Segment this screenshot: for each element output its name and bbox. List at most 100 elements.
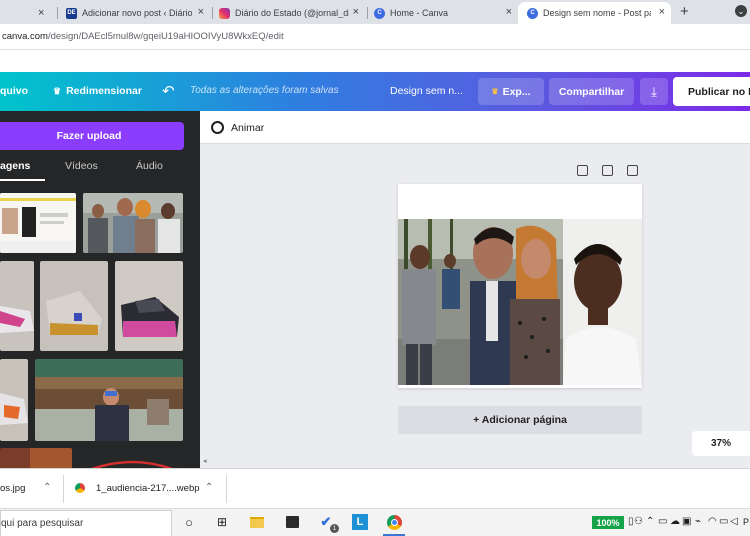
crown-icon: ♛ [53, 86, 62, 96]
editor-toolbar: Animar [200, 111, 750, 144]
thumbnail-art [80, 448, 184, 468]
uploaded-image-thumbnail[interactable] [0, 359, 28, 441]
profile-icon[interactable]: ⌄ [735, 5, 747, 17]
meet-icon[interactable]: ▭ [658, 516, 667, 527]
save-status: Todas as alterações foram salvas [190, 85, 339, 96]
tab-title: Design sem nome - Post para Facebook [543, 8, 651, 18]
uploaded-image-thumbnail[interactable] [40, 261, 108, 351]
separator [226, 475, 227, 503]
crown-icon: ♛ [491, 87, 499, 96]
duplicate-page-icon[interactable] [602, 165, 613, 176]
uploaded-image-thumbnail[interactable] [0, 448, 72, 468]
tab-videos[interactable]: Vídeos [65, 160, 98, 172]
page-notes-icon[interactable] [577, 165, 588, 176]
thumbnail-art [0, 261, 34, 351]
active-tab-indicator [0, 179, 45, 181]
uploaded-image-thumbnail[interactable] [0, 193, 76, 253]
uploaded-image-thumbnail[interactable] [83, 193, 183, 253]
address-bar[interactable]: canva.com/design/DAEcl5mul8w/gqeiU19aHIO… [0, 24, 750, 50]
design-photo[interactable] [398, 219, 642, 385]
close-icon[interactable]: × [353, 6, 359, 18]
tab-title: Adicionar novo post ‹ Diário do Estado [82, 8, 195, 18]
tab-title: Home - Canva [390, 8, 449, 18]
tab-canva-design[interactable]: C Design sem nome - Post para Facebook × [518, 2, 671, 24]
design-page[interactable] [398, 184, 642, 388]
share-button[interactable]: Compartilhar [549, 78, 634, 105]
tab-images[interactable]: agens [0, 160, 30, 172]
add-page-icon[interactable] [627, 165, 638, 176]
export-button[interactable]: ♛ Exp... [478, 78, 544, 105]
close-icon[interactable]: × [659, 6, 665, 18]
resize-button[interactable]: ♛ Redimensionar [53, 85, 142, 97]
download-shelf: os.jpg ⌃ 1_audiencia-217....webp ⌃ [0, 468, 750, 508]
uploads-panel: Fazer upload agens Vídeos Áudio [0, 111, 200, 468]
uploaded-image-thumbnail[interactable] [35, 359, 183, 441]
download-icon: ⤓ [651, 83, 657, 99]
separator [63, 475, 64, 503]
people-icon[interactable]: ⚇ [634, 516, 643, 527]
thumbnail-art [0, 193, 76, 253]
chevron-up-icon[interactable]: ⌃ [646, 516, 654, 527]
volume-icon[interactable]: ◁ [730, 516, 738, 527]
download-item-jpg[interactable]: os.jpg [0, 483, 25, 494]
close-icon[interactable]: × [198, 6, 204, 18]
download-item-webp[interactable]: 1_audiencia-217....webp [96, 483, 200, 494]
canva-favicon-icon: C [527, 7, 538, 19]
file-explorer-icon[interactable] [249, 514, 265, 530]
close-icon[interactable]: × [506, 6, 512, 18]
add-page-button[interactable]: + Adicionar página [398, 406, 642, 434]
language-indicator[interactable]: P [743, 517, 749, 527]
tab-canva-home[interactable]: C Home - Canva × [370, 2, 518, 24]
animate-icon[interactable] [211, 121, 224, 134]
new-tab-button[interactable]: + [680, 3, 689, 20]
publish-facebook-button[interactable]: f Publicar no Facebook [673, 77, 750, 106]
uploaded-image-thumbnail[interactable] [115, 261, 183, 351]
page-top-spacer [0, 50, 750, 72]
cortana-icon[interactable]: ○ [181, 514, 197, 530]
tab-diario-admin[interactable]: DE Adicionar novo post ‹ Diário do Estad… [62, 2, 210, 24]
chevron-up-icon[interactable]: ⌃ [43, 482, 51, 493]
chrome-file-icon [75, 483, 85, 493]
chevron-up-icon[interactable]: ⌃ [205, 482, 213, 493]
usb-icon[interactable]: ⌁ [695, 516, 701, 527]
thumbnail-art [0, 359, 28, 441]
chrome-icon[interactable] [386, 514, 402, 530]
download-button[interactable]: ⤓ [640, 78, 668, 105]
display-icon[interactable]: ▣ [682, 516, 691, 527]
instagram-icon [219, 7, 230, 19]
tab-audio[interactable]: Áudio [136, 160, 163, 172]
windows-taskbar: qui para pesquisar ○ ⊞ ✔ 1 L 100% ▯ ⚇ ⌃ … [0, 508, 750, 536]
uploaded-image-thumbnail[interactable] [80, 448, 184, 468]
tab-instagram[interactable]: Diário do Estado (@jornal_diario) × [215, 2, 365, 24]
notification-count: 1 [330, 524, 339, 533]
zoom-level[interactable]: 37% [692, 431, 750, 456]
photo-art [398, 219, 642, 385]
tab-separator [212, 7, 213, 19]
tab-separator [367, 7, 368, 19]
thumbnail-art [115, 261, 183, 351]
store-icon[interactable] [284, 514, 300, 530]
battery-indicator[interactable]: 100% [592, 516, 624, 529]
tab-close-partial[interactable]: × [38, 2, 58, 24]
l-app-icon[interactable]: L [352, 514, 368, 530]
file-menu-button[interactable]: quivo [0, 85, 28, 97]
canva-favicon-icon: C [374, 7, 385, 19]
wifi-icon[interactable]: ◠ [708, 516, 717, 527]
uploaded-image-thumbnail[interactable] [0, 261, 34, 351]
taskbar-search-input[interactable]: qui para pesquisar [0, 510, 172, 536]
tab-separator [57, 7, 58, 19]
diario-favicon-icon: DE [66, 7, 77, 19]
undo-icon[interactable]: ↶ [162, 82, 175, 100]
url-text[interactable]: canva.com/design/DAEcl5mul8w/gqeiU19aHIO… [2, 31, 284, 42]
close-icon[interactable]: × [38, 7, 44, 19]
animate-button[interactable]: Animar [231, 122, 264, 134]
monitor-icon[interactable]: ▭ [719, 516, 728, 527]
design-name[interactable]: Design sem n... [390, 85, 463, 97]
scroll-left-icon[interactable]: ◂ [203, 457, 207, 465]
thumbnail-art [40, 261, 108, 351]
upload-button[interactable]: Fazer upload [0, 122, 184, 150]
thumbnail-art [35, 359, 183, 441]
thumbnail-art [83, 193, 183, 253]
task-view-icon[interactable]: ⊞ [214, 514, 230, 530]
onedrive-icon[interactable]: ☁ [670, 516, 680, 527]
